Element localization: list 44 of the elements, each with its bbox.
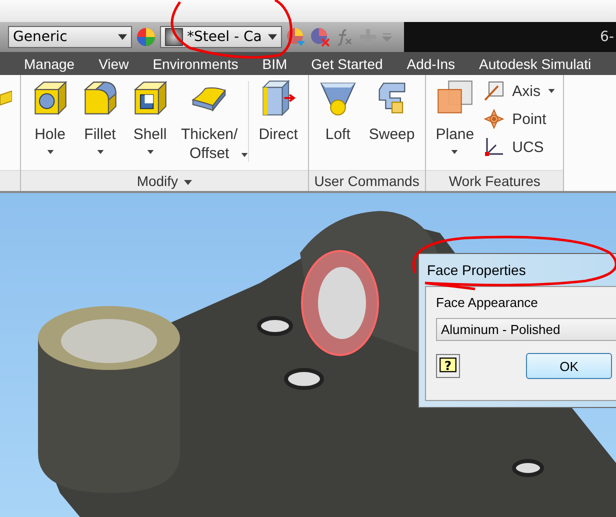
- model-viewport[interactable]: Face Properties Face Appearance Aluminum - Polished ? OK: [0, 193, 616, 517]
- ribbon-small-button[interactable]: Point: [480, 107, 560, 131]
- hole-cube-icon: [31, 79, 69, 117]
- ribbon-tab[interactable]: Environments: [152, 56, 238, 72]
- ribbon-tab[interactable]: Get Started: [311, 56, 383, 72]
- panel-title-bar: [0, 170, 20, 191]
- ribbon-tool-button[interactable]: Direct: [252, 79, 304, 170]
- appearance-dropdown[interactable]: *Steel - Ca: [160, 26, 282, 48]
- field-label: Face Appearance: [436, 295, 539, 310]
- panel-title: Work Features: [426, 170, 564, 191]
- ribbon-tab[interactable]: Add-Ins: [406, 56, 456, 72]
- point-icon: [484, 109, 504, 129]
- ribbon-tab[interactable]: Autodesk Simulati: [479, 56, 592, 72]
- ribbon-tool-button[interactable]: Plane: [430, 79, 480, 170]
- fillet-cube-icon: [81, 79, 119, 117]
- caret-icon: [118, 34, 127, 40]
- ok-button[interactable]: OK: [526, 353, 612, 379]
- caret-icon: [268, 34, 277, 40]
- appearance-select[interactable]: Aluminum - Polished: [436, 318, 616, 341]
- ribbon-tool-button[interactable]: Shell: [125, 79, 175, 170]
- customize-icon[interactable]: [382, 32, 392, 42]
- panel-title: User Commands: [308, 170, 425, 191]
- ribbon-small-button[interactable]: Axis: [480, 79, 560, 103]
- color-wheel-icon[interactable]: [136, 27, 156, 47]
- shell-cube-icon: [131, 79, 169, 117]
- ucs-axes-icon: [484, 137, 504, 157]
- ribbon-tool-button[interactable]: Thicken/ Offset: [175, 79, 244, 170]
- ribbon-tool-button[interactable]: Loft: [312, 79, 363, 170]
- axis-icon: [484, 81, 504, 101]
- window-title: 6-: [600, 29, 615, 45]
- ribbon-tab[interactable]: Manage: [24, 56, 75, 72]
- dialog-title: Face Properties: [426, 261, 527, 280]
- ribbon-tool-button[interactable]: Fillet: [75, 79, 125, 170]
- ribbon-tool-button[interactable]: Sweep: [362, 79, 421, 170]
- clear-appearance-icon[interactable]: [310, 27, 330, 47]
- ribbon-tab[interactable]: View: [98, 56, 129, 72]
- ribbon-tool-button[interactable]: Hole: [25, 79, 75, 170]
- appearance-adjust-icon[interactable]: [286, 27, 306, 47]
- ribbon-tab[interactable]: BIM: [262, 56, 288, 72]
- direct-edit-cube-icon: [259, 79, 298, 117]
- material-dropdown[interactable]: Generic: [8, 26, 132, 48]
- ribbon-small-button[interactable]: UCS: [480, 135, 560, 159]
- panel-title[interactable]: Modify: [21, 170, 308, 191]
- caret-icon: [184, 180, 192, 185]
